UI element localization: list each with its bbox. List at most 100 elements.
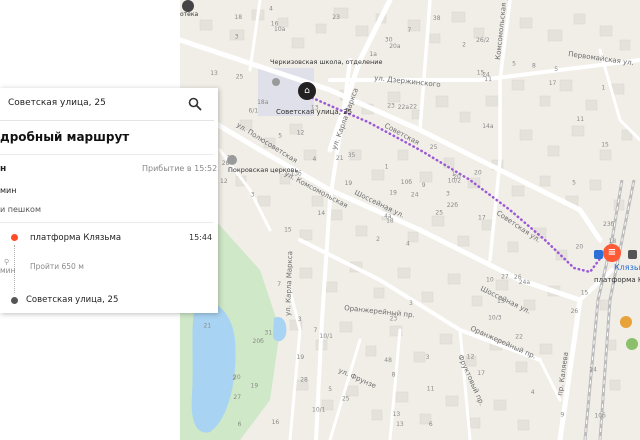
house-number: 15 (581, 290, 589, 297)
end-stop-dot (11, 297, 18, 304)
station-label[interactable]: Клязьма (614, 263, 640, 272)
route-panel (0, 88, 218, 313)
start-stop-time: 15:44 (189, 233, 213, 242)
house-number: 12 (220, 178, 228, 185)
walk-icon: ⚲ (4, 258, 10, 266)
house-number: 25 (342, 396, 350, 403)
station-square-icon[interactable] (628, 250, 637, 259)
house-number: 1 (601, 84, 605, 91)
house-number: 18 (234, 14, 242, 21)
house-number: 20 (576, 244, 584, 251)
search-bar[interactable]: Советская улица, 25 (0, 90, 214, 121)
house-number: 5 (572, 180, 576, 187)
divider (0, 222, 214, 223)
house-number: 3 (235, 34, 239, 41)
house-number: 13 (311, 104, 319, 111)
house-number: 16 (271, 21, 279, 28)
house-number: 28 (300, 376, 308, 383)
house-number: 3 (298, 316, 302, 323)
church-icon[interactable] (227, 155, 237, 165)
house-number: 11 (427, 386, 435, 393)
house-number: 10/3 (488, 315, 502, 322)
start-stop-dot (11, 234, 18, 241)
house-number: 19 (345, 180, 353, 187)
route-duration: н (0, 164, 7, 174)
house-number: 38 (433, 15, 441, 22)
house-number: 4 (406, 241, 410, 248)
house-number: 12 (297, 129, 305, 136)
house-number: 7 (277, 281, 281, 288)
house-number: 3 (409, 300, 413, 307)
house-number: 13 (393, 411, 401, 418)
house-number: 8 (392, 371, 396, 378)
house-number: 24 (411, 192, 419, 199)
house-number: 13 (396, 421, 404, 428)
left-panel-lower (0, 313, 180, 440)
house-number: 6/1 (249, 108, 259, 115)
house-number: 8 (532, 62, 536, 69)
house-number: 15 (601, 142, 609, 149)
house-number: 10 (486, 277, 494, 284)
house-number: 5 (278, 133, 282, 140)
house-number: 25 (435, 210, 443, 217)
house-number: 23 (390, 315, 398, 322)
house-number: 14 (317, 210, 325, 217)
end-stop-name[interactable]: Советская улица, 25 (26, 295, 118, 305)
house-number: 3 (251, 192, 255, 199)
house-number: 6 (429, 421, 433, 428)
house-number: 22 (515, 334, 523, 341)
house-number: 11 (484, 76, 492, 83)
school-label[interactable]: Черкизовская школа, отделение (270, 58, 382, 66)
house-number: 5 (328, 386, 332, 393)
house-number: 15 (284, 227, 292, 234)
house-number: 23 (332, 14, 340, 21)
house-number: 2 (376, 236, 380, 243)
house-number: 26/2 (476, 37, 490, 44)
house-number: 17 (549, 80, 557, 87)
station-platform-label[interactable]: платформа Клязьма (594, 276, 640, 284)
atm-icon[interactable] (182, 0, 194, 12)
house-number: 3 (446, 190, 450, 197)
house-number: 15 (497, 298, 505, 305)
school-icon[interactable] (272, 78, 280, 86)
shop-icon[interactable] (626, 338, 638, 350)
house-number: 2 (232, 375, 236, 382)
house-number: 20б (253, 338, 265, 345)
house-number: 4 (269, 5, 273, 12)
house-number: 11 (576, 116, 584, 123)
start-stop-name[interactable]: платформа Клязьма (30, 233, 121, 243)
cafe-icon[interactable] (620, 316, 632, 328)
destination-marker-icon[interactable]: ⌂ (298, 82, 316, 100)
house-number: 3 (426, 354, 430, 361)
house-number: 12 (467, 353, 475, 360)
house-number: 5 (554, 66, 558, 73)
divider (0, 154, 214, 155)
route-title: дробный маршрут (0, 130, 130, 144)
arrival-time: Прибытие в 15:52 (142, 164, 218, 173)
house-number: 26 (571, 308, 579, 315)
search-input[interactable]: Советская улица, 25 (8, 98, 106, 108)
walk-distance: Пройти 650 м (30, 262, 84, 271)
search-icon[interactable] (188, 97, 202, 111)
walk-note: и пешком (0, 205, 41, 214)
house-number: 24 (589, 366, 597, 373)
house-number: 19 (251, 383, 259, 390)
house-number: 18а (257, 99, 269, 106)
house-number: 5 (512, 60, 516, 67)
house-number: 35 (348, 152, 356, 159)
house-number: 1 (385, 163, 389, 170)
train-station-icon[interactable]: ≡ (603, 244, 621, 262)
house-number: 30 (385, 37, 393, 44)
house-number: 20 (474, 169, 482, 176)
house-number: 10б (594, 412, 606, 419)
house-number: 17 (478, 215, 486, 222)
house-number: 4 (531, 389, 535, 396)
house-number: 23б (603, 221, 615, 228)
house-number: 27 (233, 394, 241, 401)
church-label[interactable]: Покровская церковь (228, 166, 298, 174)
house-number: 19 (389, 190, 397, 197)
house-number: 6 (238, 421, 242, 428)
house-number: 22б (447, 202, 459, 209)
bus-stop-icon[interactable] (594, 250, 603, 259)
house-number: 7 (314, 327, 318, 334)
